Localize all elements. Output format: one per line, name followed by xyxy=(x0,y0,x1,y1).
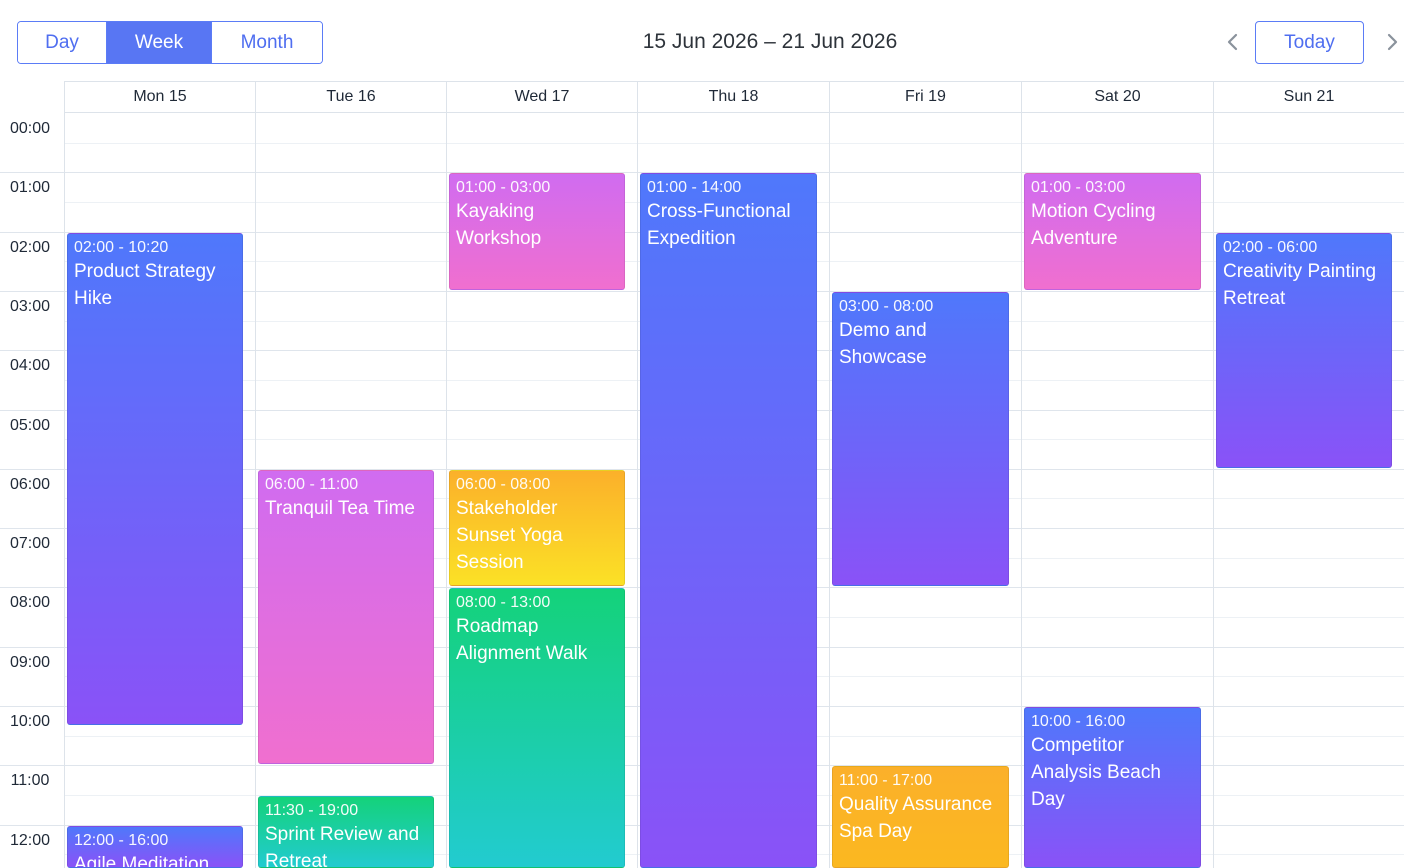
calendar-event[interactable]: 06:00 - 08:00 Stakeholder Sunset Yoga Ses… xyxy=(449,469,625,587)
event-title: Sprint Review and Retreat xyxy=(265,823,420,868)
event-title: Competitor Analysis Beach Day xyxy=(1031,735,1161,810)
next-week-button[interactable] xyxy=(1380,28,1404,56)
calendar-event[interactable]: 06:00 - 11:00 Tranquil Tea Time xyxy=(258,469,434,765)
event-title: Stakeholder Sunset Yoga Session xyxy=(456,497,563,573)
half-hour-gridline xyxy=(64,142,1404,144)
event-time: 01:00 - 03:00 xyxy=(456,179,551,197)
event-time: 03:00 - 08:00 xyxy=(839,297,934,315)
day-column-divider xyxy=(829,113,830,868)
day-column-divider xyxy=(637,113,638,868)
time-label: 02:00 xyxy=(9,238,51,256)
day-header: Fri 19 xyxy=(829,81,1021,113)
event-title: Agile Meditation xyxy=(74,853,210,868)
view-month-button[interactable]: Month xyxy=(212,22,322,63)
day-column-divider xyxy=(446,113,447,868)
calendar-event[interactable]: 11:00 - 17:00 Quality Assurance Spa Day xyxy=(832,766,1009,868)
chevron-right-icon xyxy=(1387,33,1398,51)
time-label: 00:00 xyxy=(9,120,51,137)
calendar-event[interactable]: 10:00 - 16:00 Competitor Analysis Beach D… xyxy=(1024,707,1201,868)
calendar-event[interactable]: 03:00 - 08:00 Demo and Showcase xyxy=(832,291,1009,587)
event-title: Tranquil Tea Time xyxy=(265,497,415,519)
calendar-event[interactable]: 12:00 - 16:00 Agile Meditation xyxy=(67,825,243,868)
view-week-button[interactable]: Week xyxy=(107,22,212,63)
time-label: 06:00 xyxy=(9,475,51,493)
event-title: Quality Assurance Spa Day xyxy=(839,794,993,843)
time-label: 07:00 xyxy=(9,535,51,553)
time-label: 12:00 xyxy=(9,831,51,849)
event-time: 12:00 - 16:00 xyxy=(74,831,169,849)
time-label: 10:00 xyxy=(9,713,51,730)
event-time: 11:30 - 19:00 xyxy=(265,801,359,819)
time-label: 03:00 xyxy=(9,297,51,315)
event-time: 08:00 - 13:00 xyxy=(456,594,551,612)
calendar-event[interactable]: 02:00 - 10:20 Product Strategy Hike xyxy=(67,232,243,725)
time-label: 09:00 xyxy=(9,653,51,671)
event-time: 11:00 - 17:00 xyxy=(839,772,933,790)
view-switcher: Day Week Month xyxy=(17,21,323,64)
calendar-event[interactable]: 08:00 - 13:00 Roadmap Alignment Walk xyxy=(449,588,625,868)
day-column-divider xyxy=(64,113,65,868)
calendar-event[interactable]: 11:30 - 19:00 Sprint Review and Retreat xyxy=(258,795,434,868)
calendar-event[interactable]: 01:00 - 14:00 Cross-Functional Expedition xyxy=(640,173,817,868)
time-label: 01:00 xyxy=(9,179,51,197)
event-title: Motion Cycling Adventure xyxy=(1031,201,1156,250)
week-grid: Mon 15 Tue 16 Wed 17 Thu 18 Fri 19 Sat 20 Sun … xyxy=(0,81,1404,868)
event-time: 01:00 - 03:00 xyxy=(1031,179,1126,197)
day-header: Thu 18 xyxy=(637,81,829,113)
today-button[interactable]: Today xyxy=(1255,21,1364,64)
day-column-divider xyxy=(1021,113,1022,868)
calendar-event[interactable]: 02:00 - 06:00 Creativity Painting Retreat xyxy=(1216,232,1392,468)
event-time: 02:00 - 10:20 xyxy=(74,238,169,256)
view-day-button[interactable]: Day xyxy=(18,22,107,63)
event-time: 06:00 - 08:00 xyxy=(456,475,551,493)
day-column-divider xyxy=(255,113,256,868)
day-header: Sat 20 xyxy=(1021,81,1213,113)
event-title: Roadmap Alignment Walk xyxy=(456,616,588,665)
day-header: Mon 15 xyxy=(64,81,255,113)
calendar-event[interactable]: 01:00 - 03:00 Kayaking Workshop xyxy=(449,173,625,290)
calendar-event[interactable]: 01:00 - 03:00 Motion Cycling Adventure xyxy=(1024,173,1201,290)
event-time: 10:00 - 16:00 xyxy=(1031,713,1126,730)
event-title: Demo and Showcase xyxy=(839,319,927,368)
time-label: 08:00 xyxy=(9,594,51,612)
event-title: Cross-Functional Expedition xyxy=(647,201,791,250)
time-label: 11:00 xyxy=(10,772,50,790)
event-time: 02:00 - 06:00 xyxy=(1223,238,1318,256)
prev-week-button[interactable] xyxy=(1221,28,1245,56)
day-column-divider xyxy=(1213,113,1214,868)
day-header: Wed 17 xyxy=(446,81,637,113)
day-header: Tue 16 xyxy=(255,81,446,113)
event-title: Product Strategy Hike xyxy=(74,260,216,309)
event-time: 06:00 - 11:00 xyxy=(265,475,359,493)
chevron-left-icon xyxy=(1227,33,1238,51)
day-header: Sun 21 xyxy=(1213,81,1404,113)
event-time: 01:00 - 14:00 xyxy=(647,179,742,197)
date-range-title: 15 Jun 2026 – 21 Jun 2026 xyxy=(642,30,898,53)
time-label: 05:00 xyxy=(9,416,51,434)
time-label: 04:00 xyxy=(9,357,51,375)
event-title: Kayaking Workshop xyxy=(456,201,542,250)
event-title: Creativity Painting Retreat xyxy=(1223,260,1377,309)
